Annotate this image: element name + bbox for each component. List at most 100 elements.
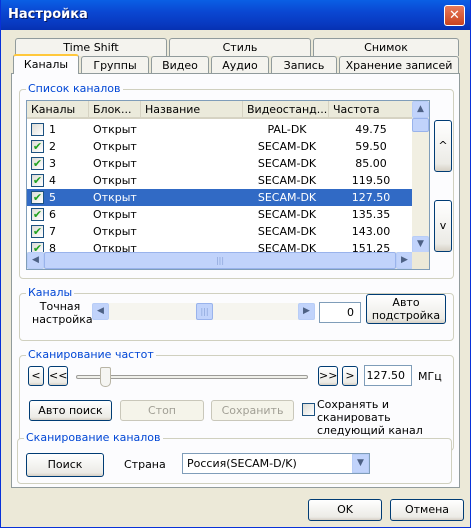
channel-enabled-checkbox[interactable]: ✔ bbox=[31, 140, 44, 153]
cell-num: 5 bbox=[49, 191, 56, 204]
title-bar: Настройка ✕ bbox=[1, 0, 470, 30]
channel-enabled-checkbox[interactable]: ✔ bbox=[31, 157, 44, 170]
channel-enabled-checkbox[interactable]: ✔ bbox=[31, 191, 44, 204]
cell-name bbox=[145, 206, 241, 223]
cell-freq: 119.50 bbox=[351, 174, 391, 187]
cell-name bbox=[145, 223, 241, 240]
frequency-unit: МГц bbox=[418, 370, 442, 383]
tab-audio[interactable]: Аудио bbox=[211, 56, 269, 74]
cell-block: Открыт bbox=[93, 208, 137, 221]
cell-freq: 59.50 bbox=[355, 140, 387, 153]
cell-standard: SECAM-DK bbox=[257, 157, 317, 170]
tab-style[interactable]: Стиль bbox=[169, 38, 311, 56]
column-header-video-standard[interactable]: Видеостанд... bbox=[243, 101, 329, 119]
channels-tab-panel: Список каналов Каналы Блок... Название В… bbox=[11, 73, 460, 488]
channels-group-title: Каналы bbox=[26, 286, 75, 299]
auto-search-button[interactable]: Авто поиск bbox=[29, 400, 112, 421]
search-button[interactable]: Поиск bbox=[26, 453, 104, 477]
tab-recording[interactable]: Запись bbox=[271, 56, 337, 74]
table-row[interactable]: ✔ 5 Открыт SECAM-DK 127.50 bbox=[27, 189, 413, 206]
country-select[interactable]: Россия(SECAM-D/K) ▼ bbox=[182, 453, 370, 474]
table-row[interactable]: ✔ 6 Открыт SECAM-DK 135.35 bbox=[27, 206, 413, 223]
cell-freq: 143.00 bbox=[351, 225, 391, 238]
cancel-button[interactable]: Отмена bbox=[390, 499, 464, 521]
cell-freq: 49.75 bbox=[355, 123, 387, 136]
list-horizontal-scrollbar[interactable]: ◀ ||| ▶ bbox=[27, 252, 413, 269]
scroll-left-arrow-icon[interactable]: ◀ bbox=[27, 252, 44, 269]
fine-tune-value-field[interactable]: 0 bbox=[319, 302, 361, 323]
tab-record-storage[interactable]: Хранение записей bbox=[339, 56, 459, 74]
cell-freq: 135.35 bbox=[351, 208, 391, 221]
channel-enabled-checkbox[interactable] bbox=[31, 123, 44, 136]
table-row[interactable]: ✔ 3 Открыт SECAM-DK 85.00 bbox=[27, 155, 413, 172]
frequency-slider-thumb[interactable] bbox=[100, 367, 111, 387]
step-forward-button[interactable]: > bbox=[342, 366, 358, 386]
channel-scan-group: Сканирование каналов Поиск Страна Россия… bbox=[17, 431, 452, 484]
ok-button[interactable]: OK bbox=[308, 499, 382, 521]
tab-channels[interactable]: Каналы bbox=[13, 54, 79, 74]
auto-tune-button[interactable]: Авто подстройка bbox=[366, 294, 446, 324]
cell-name bbox=[145, 121, 241, 138]
cell-freq: 85.00 bbox=[355, 157, 387, 170]
frequency-field[interactable]: 127.50 bbox=[364, 365, 412, 386]
cell-num: 7 bbox=[49, 225, 56, 238]
channel-list[interactable]: Каналы Блок... Название Видеостанд... Ча… bbox=[26, 100, 430, 270]
step-back-button[interactable]: < bbox=[28, 366, 44, 386]
fine-tune-right-arrow-icon[interactable]: ▶ bbox=[298, 303, 315, 320]
fast-back-button[interactable]: << bbox=[48, 366, 68, 386]
column-header-frequency[interactable]: Частота bbox=[329, 101, 413, 119]
stop-button[interactable]: Стоп bbox=[120, 400, 204, 421]
cell-standard: SECAM-DK bbox=[257, 191, 317, 204]
column-header-block[interactable]: Блок... bbox=[89, 101, 141, 119]
country-select-value: Россия(SECAM-D/K) bbox=[187, 457, 297, 470]
cell-standard: SECAM-DK bbox=[257, 208, 317, 221]
tab-groups[interactable]: Группы bbox=[81, 56, 149, 74]
scroll-right-arrow-icon[interactable]: ▶ bbox=[396, 252, 413, 269]
channel-enabled-checkbox[interactable]: ✔ bbox=[31, 174, 44, 187]
country-label: Страна bbox=[124, 458, 166, 471]
cell-name bbox=[145, 189, 241, 206]
cell-block: Открыт bbox=[93, 157, 137, 170]
close-button[interactable]: ✕ bbox=[444, 5, 465, 26]
channel-list-group-title: Список каналов bbox=[26, 82, 123, 95]
column-header-name[interactable]: Название bbox=[141, 101, 243, 119]
cell-freq: 127.50 bbox=[351, 191, 391, 204]
table-row[interactable]: ✔ 4 Открыт SECAM-DK 119.50 bbox=[27, 172, 413, 189]
cell-block: Открыт bbox=[93, 123, 137, 136]
cell-name bbox=[145, 155, 241, 172]
cell-standard: SECAM-DK bbox=[257, 174, 317, 187]
fast-forward-button[interactable]: >> bbox=[318, 366, 338, 386]
table-row[interactable]: 1 Открыт PAL-DK 49.75 bbox=[27, 121, 413, 138]
move-up-button[interactable]: ^ bbox=[434, 120, 452, 172]
cell-num: 4 bbox=[49, 174, 56, 187]
vertical-scroll-thumb[interactable] bbox=[412, 118, 429, 132]
cell-standard: SECAM-DK bbox=[257, 140, 317, 153]
cell-num: 6 bbox=[49, 208, 56, 221]
chevron-down-icon[interactable]: ▼ bbox=[352, 454, 369, 473]
cell-num: 2 bbox=[49, 140, 56, 153]
scroll-down-arrow-icon[interactable]: ▼ bbox=[412, 236, 429, 253]
tab-snapshot[interactable]: Снимок bbox=[313, 38, 459, 56]
table-row[interactable]: ✔ 2 Открыт SECAM-DK 59.50 bbox=[27, 138, 413, 155]
fine-tune-left-arrow-icon[interactable]: ◀ bbox=[92, 303, 109, 320]
horizontal-scroll-thumb[interactable]: ||| bbox=[44, 252, 396, 269]
cell-name bbox=[145, 138, 241, 155]
scrollbar-corner bbox=[412, 252, 429, 269]
save-button[interactable]: Сохранить bbox=[211, 400, 294, 421]
channel-scan-group-title: Сканирование каналов bbox=[24, 431, 163, 444]
list-vertical-scrollbar[interactable]: ▲ ▼ bbox=[412, 101, 429, 253]
channel-list-header: Каналы Блок... Название Видеостанд... Ча… bbox=[27, 101, 413, 119]
cell-standard: PAL-DK bbox=[267, 123, 307, 136]
cell-name bbox=[145, 172, 241, 189]
table-row[interactable]: ✔ 7 Открыт SECAM-DK 143.00 bbox=[27, 223, 413, 240]
tab-video[interactable]: Видео bbox=[151, 56, 209, 74]
move-down-button[interactable]: v bbox=[434, 200, 452, 252]
cell-block: Открыт bbox=[93, 174, 137, 187]
column-header-channels[interactable]: Каналы bbox=[27, 101, 89, 119]
channel-enabled-checkbox[interactable]: ✔ bbox=[31, 208, 44, 221]
scroll-up-arrow-icon[interactable]: ▲ bbox=[412, 101, 429, 118]
channel-enabled-checkbox[interactable]: ✔ bbox=[31, 225, 44, 238]
save-and-scan-checkbox[interactable] bbox=[302, 403, 315, 416]
cell-standard: SECAM-DK bbox=[257, 225, 317, 238]
fine-tune-slider-thumb[interactable]: ||| bbox=[196, 303, 213, 320]
